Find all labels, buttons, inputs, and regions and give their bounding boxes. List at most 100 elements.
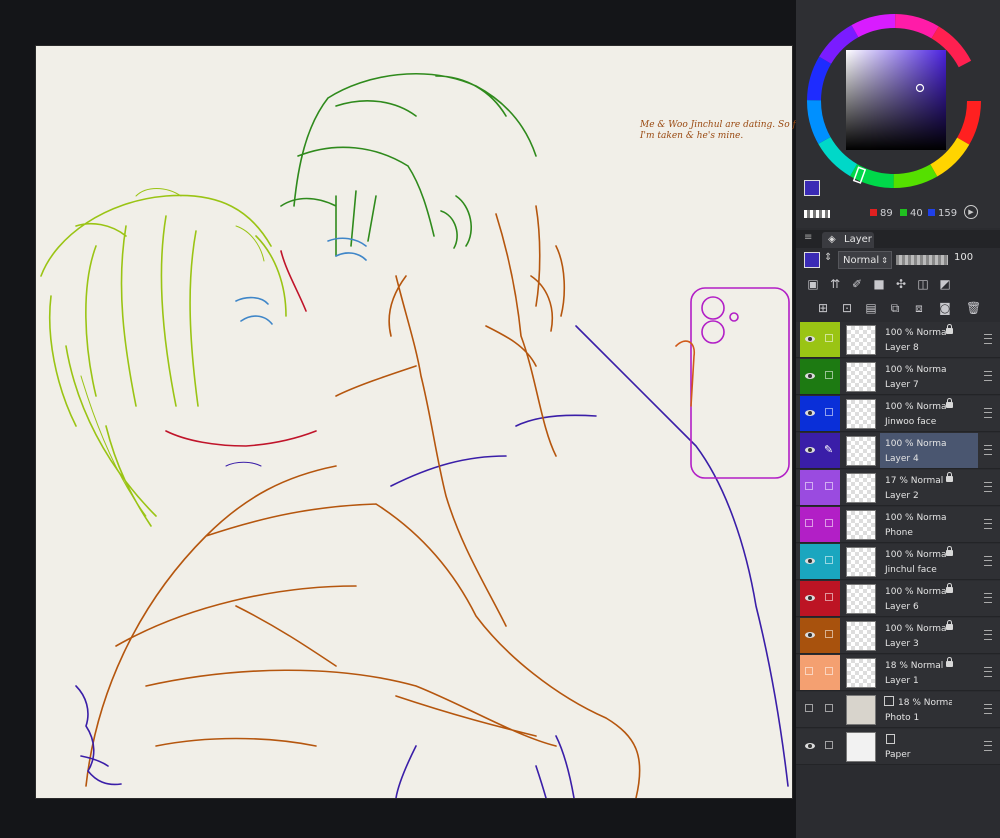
- color-wheel[interactable]: [796, 0, 1000, 204]
- layer-lock-toggle[interactable]: [820, 692, 840, 727]
- layer-row[interactable]: 100 % Normal Layer 6: [796, 581, 1000, 617]
- drag-handle-icon[interactable]: [984, 408, 992, 418]
- drag-handle-icon[interactable]: [984, 667, 992, 677]
- lock-transparent-icon[interactable]: ✣: [894, 277, 908, 291]
- clip-icon[interactable]: ▣: [806, 277, 820, 291]
- layer-color-swatch[interactable]: [804, 252, 820, 268]
- layer-name: Layer 2: [885, 491, 919, 501]
- visibility-toggle[interactable]: [800, 322, 820, 357]
- layer-lock-toggle[interactable]: [820, 396, 840, 431]
- layer-thumbnail: [846, 325, 876, 355]
- layer-row[interactable]: 100 % Normal Phone: [796, 507, 1000, 543]
- opacity-slider[interactable]: [896, 255, 948, 265]
- layers-icon: ◈: [828, 234, 836, 245]
- blend-mode-select[interactable]: Normal ⇕: [838, 251, 892, 269]
- new-vector-layer-icon[interactable]: ⊡: [840, 301, 854, 315]
- edit-target-indicator[interactable]: ✎: [820, 433, 840, 468]
- layer-lock-toggle[interactable]: [820, 655, 840, 690]
- chevron-updown-icon[interactable]: ⇕: [824, 252, 832, 263]
- trash-icon[interactable]: 🗑: [966, 301, 981, 315]
- right-panel: 89 40 159 ▶ ◈ Layer ≡ ⇕ Normal ⇕ 100 ▣ ⇈ …: [796, 0, 1000, 838]
- checkbox-icon: [805, 482, 813, 490]
- layer-lock-toggle[interactable]: [820, 581, 840, 616]
- drag-handle-icon[interactable]: [984, 445, 992, 455]
- checkbox-icon: [825, 408, 833, 416]
- layer-lock-toggle[interactable]: [820, 507, 840, 542]
- layer-thumbnail: [846, 584, 876, 614]
- lock-icon: [946, 398, 953, 408]
- merge-down-icon[interactable]: ⧈: [912, 301, 926, 315]
- layer-opacity-blend: 100 % Normal: [885, 587, 947, 597]
- visibility-toggle[interactable]: [800, 470, 820, 505]
- visibility-toggle[interactable]: [800, 544, 820, 579]
- reference-icon[interactable]: ⇈: [828, 277, 842, 291]
- layer-row[interactable]: 100 % Normal Layer 8: [796, 322, 1000, 358]
- menu-icon[interactable]: ≡: [804, 232, 812, 243]
- play-icon[interactable]: ▶: [964, 205, 978, 219]
- layer-row[interactable]: 100 % Normal Layer 3: [796, 618, 1000, 654]
- layer-row[interactable]: 17 % Normal Layer 2: [796, 470, 1000, 506]
- lock-icon[interactable]: ■: [872, 277, 886, 291]
- layer-row[interactable]: 100 % Normal Jinwoo face: [796, 396, 1000, 432]
- visibility-toggle[interactable]: [800, 359, 820, 394]
- layer-row-selected[interactable]: ✎ 100 % Normal Layer 4: [796, 433, 1000, 469]
- opacity-value[interactable]: 100: [954, 252, 973, 263]
- transfer-down-icon[interactable]: ⧉: [888, 301, 902, 315]
- layer-opacity-blend: 18 % Normal: [898, 698, 952, 708]
- layer-opacity-blend: 100 % Normal: [885, 550, 947, 560]
- layer-lock-toggle[interactable]: [820, 544, 840, 579]
- layer-name: Layer 8: [885, 343, 919, 353]
- drag-handle-icon[interactable]: [984, 371, 992, 381]
- layer-row[interactable]: 18 % Normal Layer 1: [796, 655, 1000, 691]
- drag-handle-icon[interactable]: [984, 704, 992, 714]
- layer-info: 100 % Normal Layer 7: [880, 359, 978, 394]
- visibility-toggle[interactable]: [800, 729, 820, 764]
- layer-opacity-blend: 100 % Normal: [885, 513, 947, 523]
- drawing-canvas[interactable]: Me & Woo Jinchul are dating. So fuck off…: [36, 46, 830, 798]
- main-color-swatch[interactable]: [804, 180, 820, 196]
- visibility-toggle[interactable]: [800, 692, 820, 727]
- layer-info: 18 % Normal Layer 1: [880, 655, 978, 690]
- visibility-toggle[interactable]: [800, 396, 820, 431]
- layer-lock-toggle[interactable]: [820, 729, 840, 764]
- eye-icon: [805, 558, 815, 564]
- layer-info: 100 % Normal Layer 3: [880, 618, 978, 653]
- layer-row[interactable]: Paper: [796, 729, 1000, 765]
- layer-thumbnail: [846, 547, 876, 577]
- new-folder-icon[interactable]: ▤: [864, 301, 878, 315]
- tab-layer[interactable]: ◈ Layer: [822, 232, 874, 248]
- draft-icon[interactable]: ✐: [850, 277, 864, 291]
- chevron-down-icon: ⇕: [881, 256, 888, 265]
- visibility-toggle[interactable]: [800, 581, 820, 616]
- new-raster-layer-icon[interactable]: ⊞: [816, 301, 830, 315]
- layer-lock-toggle[interactable]: [820, 618, 840, 653]
- layer-lock-toggle[interactable]: [820, 470, 840, 505]
- layer-tab-bar: ◈ Layer ≡: [796, 230, 1000, 248]
- layer-lock-toggle[interactable]: [820, 322, 840, 357]
- visibility-toggle[interactable]: [800, 618, 820, 653]
- layer-mask-icon[interactable]: ◙: [938, 301, 952, 315]
- layer-tools-row-1: ▣ ⇈ ✐ ■ ✣ ◫ ◩: [796, 274, 1000, 296]
- green-value: 40: [910, 208, 923, 219]
- drag-handle-icon[interactable]: [984, 593, 992, 603]
- mask-off-icon[interactable]: ◩: [938, 277, 952, 291]
- drag-handle-icon[interactable]: [984, 741, 992, 751]
- visibility-toggle[interactable]: [800, 433, 820, 468]
- drag-handle-icon[interactable]: [984, 482, 992, 492]
- layer-row[interactable]: 100 % Normal Jinchul face: [796, 544, 1000, 580]
- drag-handle-icon[interactable]: [984, 556, 992, 566]
- layer-thumbnail: [846, 473, 876, 503]
- layer-lock-toggle[interactable]: [820, 359, 840, 394]
- layer-thumbnail: [846, 399, 876, 429]
- image-layer-icon: [884, 696, 894, 706]
- drag-handle-icon[interactable]: [984, 519, 992, 529]
- layer-row[interactable]: 18 % Normal Photo 1: [796, 692, 1000, 728]
- lock-icon: [946, 472, 953, 482]
- mask-icon[interactable]: ◫: [916, 277, 930, 291]
- drag-handle-icon[interactable]: [984, 334, 992, 344]
- transparent-color-swatch[interactable]: [804, 210, 830, 218]
- drag-handle-icon[interactable]: [984, 630, 992, 640]
- visibility-toggle[interactable]: [800, 655, 820, 690]
- visibility-toggle[interactable]: [800, 507, 820, 542]
- layer-row[interactable]: 100 % Normal Layer 7: [796, 359, 1000, 395]
